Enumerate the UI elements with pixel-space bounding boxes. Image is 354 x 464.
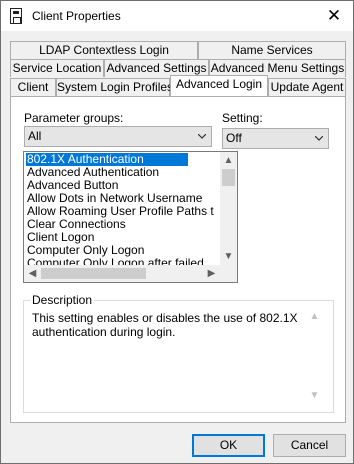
parameter-groups-label: Parameter groups: — [24, 111, 124, 125]
client-properties-dialog: Client Properties ✕ LDAP Contextless Log… — [0, 0, 354, 464]
list-item[interactable]: Computer Only Logon — [26, 244, 144, 257]
tab-system-login-profiles[interactable]: System Login Profiles — [56, 78, 173, 96]
client-properties-icon — [10, 8, 22, 24]
scrollbar-corner — [220, 265, 237, 282]
description-scrollbar[interactable]: ▲ ▼ — [306, 308, 323, 404]
scroll-down-icon[interactable]: ▼ — [220, 248, 237, 265]
chevron-down-icon — [315, 136, 323, 141]
setting-label: Setting: — [222, 111, 263, 125]
tab-service-location[interactable]: Service Location — [10, 59, 104, 77]
ok-button[interactable]: OK — [192, 434, 265, 457]
title-bar: Client Properties ✕ — [1, 1, 353, 31]
horizontal-scrollbar[interactable]: ◀ ▶ — [24, 265, 220, 282]
window-title: Client Properties — [32, 9, 121, 23]
close-button[interactable]: ✕ — [323, 5, 345, 27]
parameter-groups-value: All — [28, 129, 42, 143]
list-item[interactable]: Computer Only Logon after failed — [26, 257, 204, 265]
tab-name-services[interactable]: Name Services — [198, 41, 346, 59]
setting-value: Off — [226, 131, 242, 145]
scroll-up-icon[interactable]: ▲ — [220, 152, 237, 169]
description-label: Description — [30, 293, 95, 307]
cancel-button[interactable]: Cancel — [273, 434, 346, 457]
scroll-up-icon[interactable]: ▲ — [306, 308, 323, 325]
scroll-right-icon[interactable]: ▶ — [203, 265, 220, 282]
tab-ldap-contextless-login[interactable]: LDAP Contextless Login — [10, 41, 198, 59]
tab-update-agent[interactable]: Update Agent — [268, 78, 346, 96]
tab-client[interactable]: Client — [10, 78, 56, 96]
scroll-down-icon[interactable]: ▼ — [306, 387, 323, 404]
setting-dropdown[interactable]: Off — [222, 128, 329, 149]
parameter-listbox[interactable]: 802.1X Authentication Advanced Authentic… — [23, 151, 238, 283]
parameter-groups-dropdown[interactable]: All — [24, 126, 212, 147]
horizontal-scroll-thumb[interactable] — [41, 268, 146, 279]
vertical-scrollbar[interactable]: ▲ ▼ — [220, 152, 237, 265]
description-text: This setting enables or disables the use… — [32, 311, 298, 339]
scroll-left-icon[interactable]: ◀ — [24, 265, 41, 282]
vertical-scroll-thumb[interactable] — [222, 169, 235, 186]
tab-advanced-login[interactable]: Advanced Login — [170, 75, 268, 96]
chevron-down-icon — [198, 134, 206, 139]
